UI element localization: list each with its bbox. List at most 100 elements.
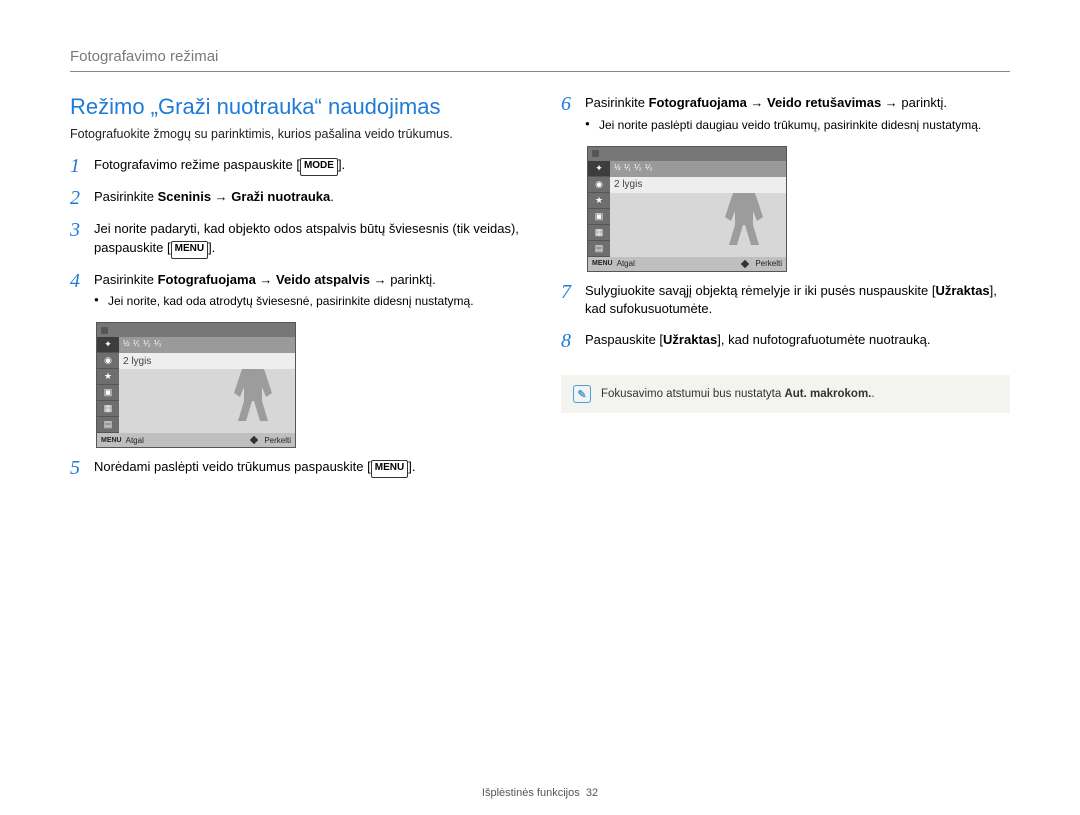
left-column: Režimo „Graži nuotrauka“ naudojimas Foto… [70, 94, 519, 490]
camera-topbar [97, 323, 295, 337]
step-number: 7 [561, 282, 575, 320]
step-body: Pasirinkite Fotografuojama → Veido atspa… [94, 271, 519, 311]
step-8: 8 Paspauskite [Užraktas], kad nufotograf… [561, 331, 1010, 351]
step-text: ]. [208, 240, 215, 255]
info-note: ✎ Fokusavimo atstumui bus nustatyta Aut.… [561, 375, 1010, 413]
page: Fotografavimo režimai Režimo „Graži nuot… [0, 0, 1080, 510]
nav-diamond-icon [250, 436, 258, 444]
menu-key: MENU [171, 241, 208, 259]
strip-icon: ▤ [588, 241, 610, 257]
level-label: 2 lygis [123, 356, 151, 367]
step-number: 6 [561, 94, 575, 134]
divider [70, 71, 1010, 72]
camera-iconstrip: ✦ ◉ ★ ▣ ▦ ▤ [97, 337, 119, 433]
person-silhouette-icon [704, 193, 774, 257]
level-label: 2 lygis [614, 179, 642, 190]
film-icon [592, 150, 599, 157]
step-text: Pasirinkite [94, 189, 158, 204]
step-body: Pasirinkite Sceninis → Graži nuotrauka. [94, 188, 519, 208]
step-body: Jei norite padaryti, kad objekto odos at… [94, 220, 519, 258]
film-icon [101, 327, 108, 334]
frac: ⅟₁ [624, 163, 631, 172]
note-text: Fokusavimo atstumui bus nustatyta Aut. m… [601, 385, 875, 402]
strip-icon: ▣ [588, 209, 610, 225]
strip-icon: ✦ [588, 161, 610, 177]
step-text: parinktį. [898, 95, 947, 110]
strip-icon: ★ [97, 369, 119, 385]
move-label: Perkelti [755, 259, 782, 268]
step-5: 5 Norėdami paslėpti veido trūkumus paspa… [70, 458, 519, 478]
step-number: 2 [70, 188, 84, 208]
strip-icon: ◉ [588, 177, 610, 193]
camera-fractions: ½ ⅟₁ ⅟₂ ⅟₃ [610, 161, 786, 177]
step-body: Fotografavimo režime paspauskite [MODE]. [94, 156, 519, 176]
right-column: 6 Pasirinkite Fotografuojama → Veido ret… [561, 94, 1010, 490]
intro-text: Fotografuokite žmogų su parinktimis, kur… [70, 126, 519, 142]
page-number: 32 [586, 787, 598, 799]
step-number: 4 [70, 271, 84, 311]
frac: ⅟₃ [154, 339, 162, 348]
step-number: 5 [70, 458, 84, 478]
bullet: Jei norite paslėpti daugiau veido trūkum… [585, 117, 1010, 134]
step-text: Fotografavimo režime paspauskite [ [94, 157, 300, 172]
frac: ½ [123, 339, 130, 348]
move-label: Perkelti [264, 436, 291, 445]
strip-icon: ◉ [97, 353, 119, 369]
mode-key: MODE [300, 158, 338, 176]
step-bold: Fotografuojama → Veido retušavimas → [649, 95, 898, 110]
footer-text: Išplėstinės funkcijos [482, 787, 580, 799]
note-bold: Aut. makrokom. [784, 388, 871, 400]
camera-bottombar: MENU Atgal Perkelti [588, 257, 786, 271]
frac: ⅟₂ [634, 163, 642, 172]
step-3: 3 Jei norite padaryti, kad objekto odos … [70, 220, 519, 258]
step-bold: Užraktas [935, 283, 989, 298]
bullet: Jei norite, kad oda atrodytų šviesesnė, … [94, 293, 519, 310]
camera-iconstrip: ✦ ◉ ★ ▣ ▦ ▤ [588, 161, 610, 257]
section-title: Režimo „Graži nuotrauka“ naudojimas [70, 94, 519, 120]
strip-icon: ▤ [97, 417, 119, 433]
step-number: 1 [70, 156, 84, 176]
step-text: . [330, 189, 334, 204]
step-bold: Užraktas [663, 332, 717, 347]
camera-row: ✦ ◉ ★ ▣ ▦ ▤ ½ ⅟₁ ⅟₂ ⅟₃ [588, 161, 786, 257]
camera-bottombar: MENU Atgal Perkelti [97, 433, 295, 447]
step-text: ]. [408, 459, 415, 474]
step-bullets: Jei norite, kad oda atrodytų šviesesnė, … [94, 293, 519, 310]
note-part: Fokusavimo atstumui bus nustatyta [601, 388, 784, 400]
menu-tag: MENU [101, 437, 122, 444]
strip-icon: ★ [588, 193, 610, 209]
strip-icon: ✦ [97, 337, 119, 353]
camera-preview-1: ✦ ◉ ★ ▣ ▦ ▤ ½ ⅟₁ ⅟₂ ⅟₃ [96, 322, 296, 448]
step-4: 4 Pasirinkite Fotografuojama → Veido ats… [70, 271, 519, 311]
strip-icon: ▦ [97, 401, 119, 417]
step-number: 8 [561, 331, 575, 351]
frac: ⅟₃ [645, 163, 653, 172]
step-7: 7 Sulygiuokite savąjį objektą rėmelyje i… [561, 282, 1010, 320]
frac: ⅟₂ [143, 339, 151, 348]
step-body: Pasirinkite Fotografuojama → Veido retuš… [585, 94, 1010, 134]
strip-icon: ▣ [97, 385, 119, 401]
camera-level: 2 lygis [610, 177, 786, 193]
page-footer: Išplėstinės funkcijos 32 [0, 787, 1080, 799]
step-body: Paspauskite [Užraktas], kad nufotografuo… [585, 331, 1010, 351]
step-1: 1 Fotografavimo režime paspauskite [MODE… [70, 156, 519, 176]
step-bullets: Jei norite paslėpti daugiau veido trūkum… [585, 117, 1010, 134]
step-text: Norėdami paslėpti veido trūkumus paspaus… [94, 459, 371, 474]
step-bold: Fotografuojama → Veido atspalvis → [158, 272, 387, 287]
step-text: parinktį. [387, 272, 436, 287]
camera-level: 2 lygis [119, 353, 295, 369]
back-label: Atgal [126, 436, 144, 445]
step-text: ], kad nufotografuotumėte nuotrauką. [717, 332, 930, 347]
step-text: Jei norite padaryti, kad objekto odos at… [94, 221, 519, 255]
step-text: Pasirinkite [94, 272, 158, 287]
step-body: Norėdami paslėpti veido trūkumus paspaus… [94, 458, 519, 478]
nav-diamond-icon [741, 259, 749, 267]
camera-canvas [610, 193, 786, 257]
back-label: Atgal [617, 259, 635, 268]
menu-tag: MENU [592, 260, 613, 267]
camera-preview-2: ✦ ◉ ★ ▣ ▦ ▤ ½ ⅟₁ ⅟₂ ⅟₃ [587, 146, 787, 272]
frac: ⅟₁ [133, 339, 140, 348]
note-part: . [871, 388, 874, 400]
step-text: Paspauskite [ [585, 332, 663, 347]
info-icon: ✎ [573, 385, 591, 403]
